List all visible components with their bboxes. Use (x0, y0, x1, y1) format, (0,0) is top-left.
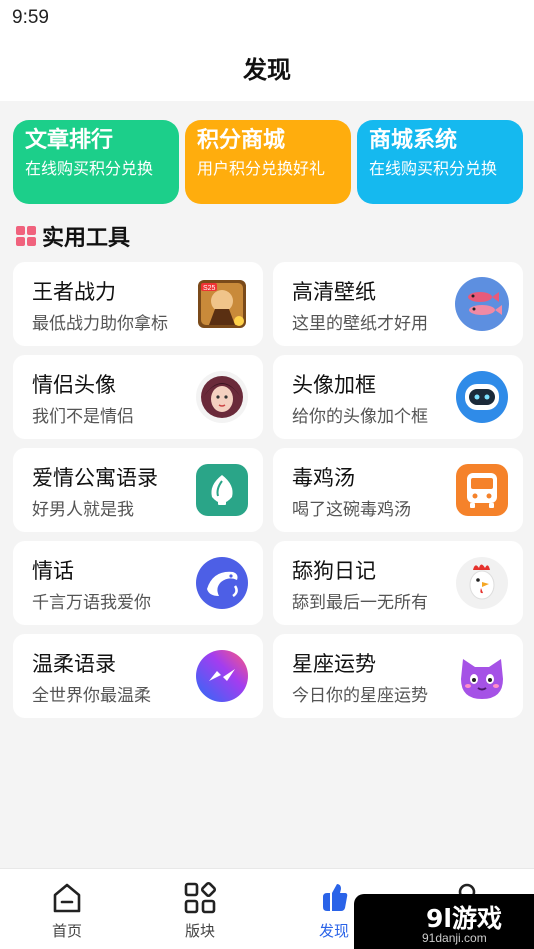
dolphin-icon (196, 557, 248, 609)
tool-subtitle: 我们不是情侣 (32, 407, 134, 427)
tool-card-poison-soup[interactable]: 毒鸡汤 喝了这碗毒鸡汤 (273, 448, 523, 532)
banner-title: 商城系统 (369, 128, 458, 153)
banner-mall-system[interactable]: 商城系统 在线购买积分兑换 (357, 120, 523, 204)
tool-card-avatar-frame[interactable]: 头像加框 给你的头像加个框 (273, 355, 523, 439)
tool-title: 情侣头像 (32, 373, 116, 397)
page-title: 发现 (243, 56, 291, 84)
fish-wallpaper-icon (455, 277, 509, 331)
tool-subtitle: 这里的壁纸才好用 (292, 314, 428, 334)
tool-title: 高清壁纸 (292, 280, 376, 304)
tool-title: 爱情公寓语录 (32, 466, 158, 490)
nav-label: 版块 (184, 922, 215, 940)
tool-subtitle: 喝了这碗毒鸡汤 (292, 500, 411, 520)
nav-home[interactable]: 首页 (17, 869, 117, 949)
tool-subtitle: 最低战力助你拿标 (32, 314, 168, 334)
tool-title: 头像加框 (292, 373, 376, 397)
tool-card-horoscope[interactable]: 星座运势 今日你的星座运势 (273, 634, 523, 718)
status-bar: 9:59 (0, 0, 534, 36)
tool-subtitle: 舔到最后一无所有 (292, 593, 428, 613)
tool-card-love-words[interactable]: 情话 千言万语我爱你 (13, 541, 263, 625)
home-icon (53, 883, 81, 913)
quote-shell-icon (196, 464, 248, 516)
tool-card-king-power[interactable]: 王者战力 最低战力助你拿标 S25 (13, 262, 263, 346)
tool-card-ipartment-quotes[interactable]: 爱情公寓语录 好男人就是我 (13, 448, 263, 532)
tool-card-couple-avatar[interactable]: 情侣头像 我们不是情侣 (13, 355, 263, 439)
banner-title: 积分商城 (197, 128, 286, 153)
game-hero-icon: S25 (198, 280, 246, 328)
tool-subtitle: 千言万语我爱你 (32, 593, 151, 613)
tool-subtitle: 今日你的星座运势 (292, 686, 428, 706)
tool-title: 星座运势 (292, 652, 376, 676)
banner-article-ranking[interactable]: 文章排行 在线购买积分兑换 (13, 120, 179, 204)
apps-icon (184, 881, 217, 914)
watermark: 9l游戏 91danji.com (354, 894, 534, 949)
tool-title: 温柔语录 (32, 652, 116, 676)
tool-card-gentle-quotes[interactable]: 温柔语录 全世界你最温柔 (13, 634, 263, 718)
robot-icon (456, 371, 508, 423)
watermark-main: 9l游戏 (426, 904, 502, 933)
status-time: 9:59 (12, 7, 49, 28)
messenger-icon (196, 650, 248, 702)
tool-title: 王者战力 (32, 280, 116, 304)
banner-points-mall[interactable]: 积分商城 用户积分兑换好礼 (185, 120, 351, 204)
bus-icon (456, 464, 508, 516)
tool-subtitle: 给你的头像加个框 (292, 407, 428, 427)
banner-desc: 在线购买积分兑换 (25, 159, 154, 178)
tool-subtitle: 好男人就是我 (32, 500, 134, 520)
watermark-sub: 91danji.com (422, 931, 487, 945)
tool-title: 舔狗日记 (292, 559, 376, 583)
tool-title: 毒鸡汤 (292, 466, 355, 490)
rooster-icon (456, 557, 508, 609)
purple-cat-icon (461, 659, 503, 699)
banner-desc: 在线购买积分兑换 (369, 159, 498, 178)
nav-boards[interactable]: 版块 (150, 869, 250, 949)
header: 发现 (0, 36, 534, 101)
banner-desc: 用户积分兑换好礼 (197, 159, 326, 178)
tool-card-hd-wallpaper[interactable]: 高清壁纸 这里的壁纸才好用 (273, 262, 523, 346)
nav-label: 首页 (51, 922, 82, 940)
tool-subtitle: 全世界你最温柔 (32, 686, 151, 706)
section-header: 实用工具 (16, 220, 130, 252)
discover-icon (323, 884, 348, 911)
tool-title: 情话 (32, 559, 74, 583)
avatar-girl-icon (196, 371, 248, 423)
grid-icon (16, 226, 36, 246)
banner-title: 文章排行 (25, 128, 114, 153)
tool-card-simp-diary[interactable]: 舔狗日记 舔到最后一无所有 (273, 541, 523, 625)
section-title: 实用工具 (42, 226, 131, 251)
svg-text:S25: S25 (203, 285, 216, 292)
